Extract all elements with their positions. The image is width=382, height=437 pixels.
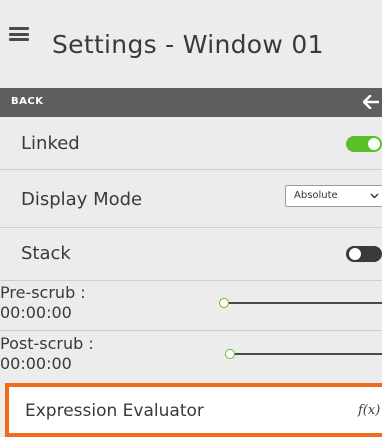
- fx-icon: f(x): [358, 403, 381, 418]
- pre-scrub-label: Pre-scrub : 00:00:00: [0, 283, 86, 322]
- back-label: BACK: [11, 96, 44, 107]
- linked-toggle[interactable]: [346, 136, 382, 152]
- stack-toggle[interactable]: [346, 246, 382, 262]
- pre-scrub-track[interactable]: [225, 302, 382, 304]
- chevron-down-icon: [370, 193, 379, 199]
- expression-evaluator-row[interactable]: Expression Evaluator f(x): [5, 383, 382, 437]
- row-stack: Stack: [0, 228, 382, 281]
- expression-evaluator-label: Expression Evaluator: [25, 401, 204, 421]
- back-bar[interactable]: BACK: [0, 88, 382, 117]
- linked-label: Linked: [21, 133, 80, 154]
- row-post-scrub: Post-scrub : 00:00:00: [0, 331, 382, 383]
- arrow-left-icon[interactable]: [363, 95, 379, 109]
- post-scrub-track[interactable]: [231, 353, 382, 355]
- settings-header: Settings - Window 01: [0, 0, 382, 90]
- settings-panel: Settings - Window 01 BACK Linked Display…: [0, 0, 382, 437]
- display-mode-label: Display Mode: [21, 189, 143, 210]
- hamburger-icon[interactable]: [9, 27, 29, 41]
- row-pre-scrub: Pre-scrub : 00:00:00: [0, 281, 382, 331]
- page-title: Settings - Window 01: [52, 30, 324, 59]
- row-linked: Linked: [0, 117, 382, 170]
- display-mode-select[interactable]: Absolute: [285, 185, 382, 207]
- display-mode-value: Absolute: [294, 190, 338, 201]
- stack-label: Stack: [21, 243, 71, 264]
- post-scrub-label: Post-scrub : 00:00:00: [0, 334, 94, 373]
- pre-scrub-thumb[interactable]: [219, 298, 229, 308]
- post-scrub-thumb[interactable]: [225, 349, 235, 359]
- row-display-mode: Display Mode Absolute: [0, 170, 382, 228]
